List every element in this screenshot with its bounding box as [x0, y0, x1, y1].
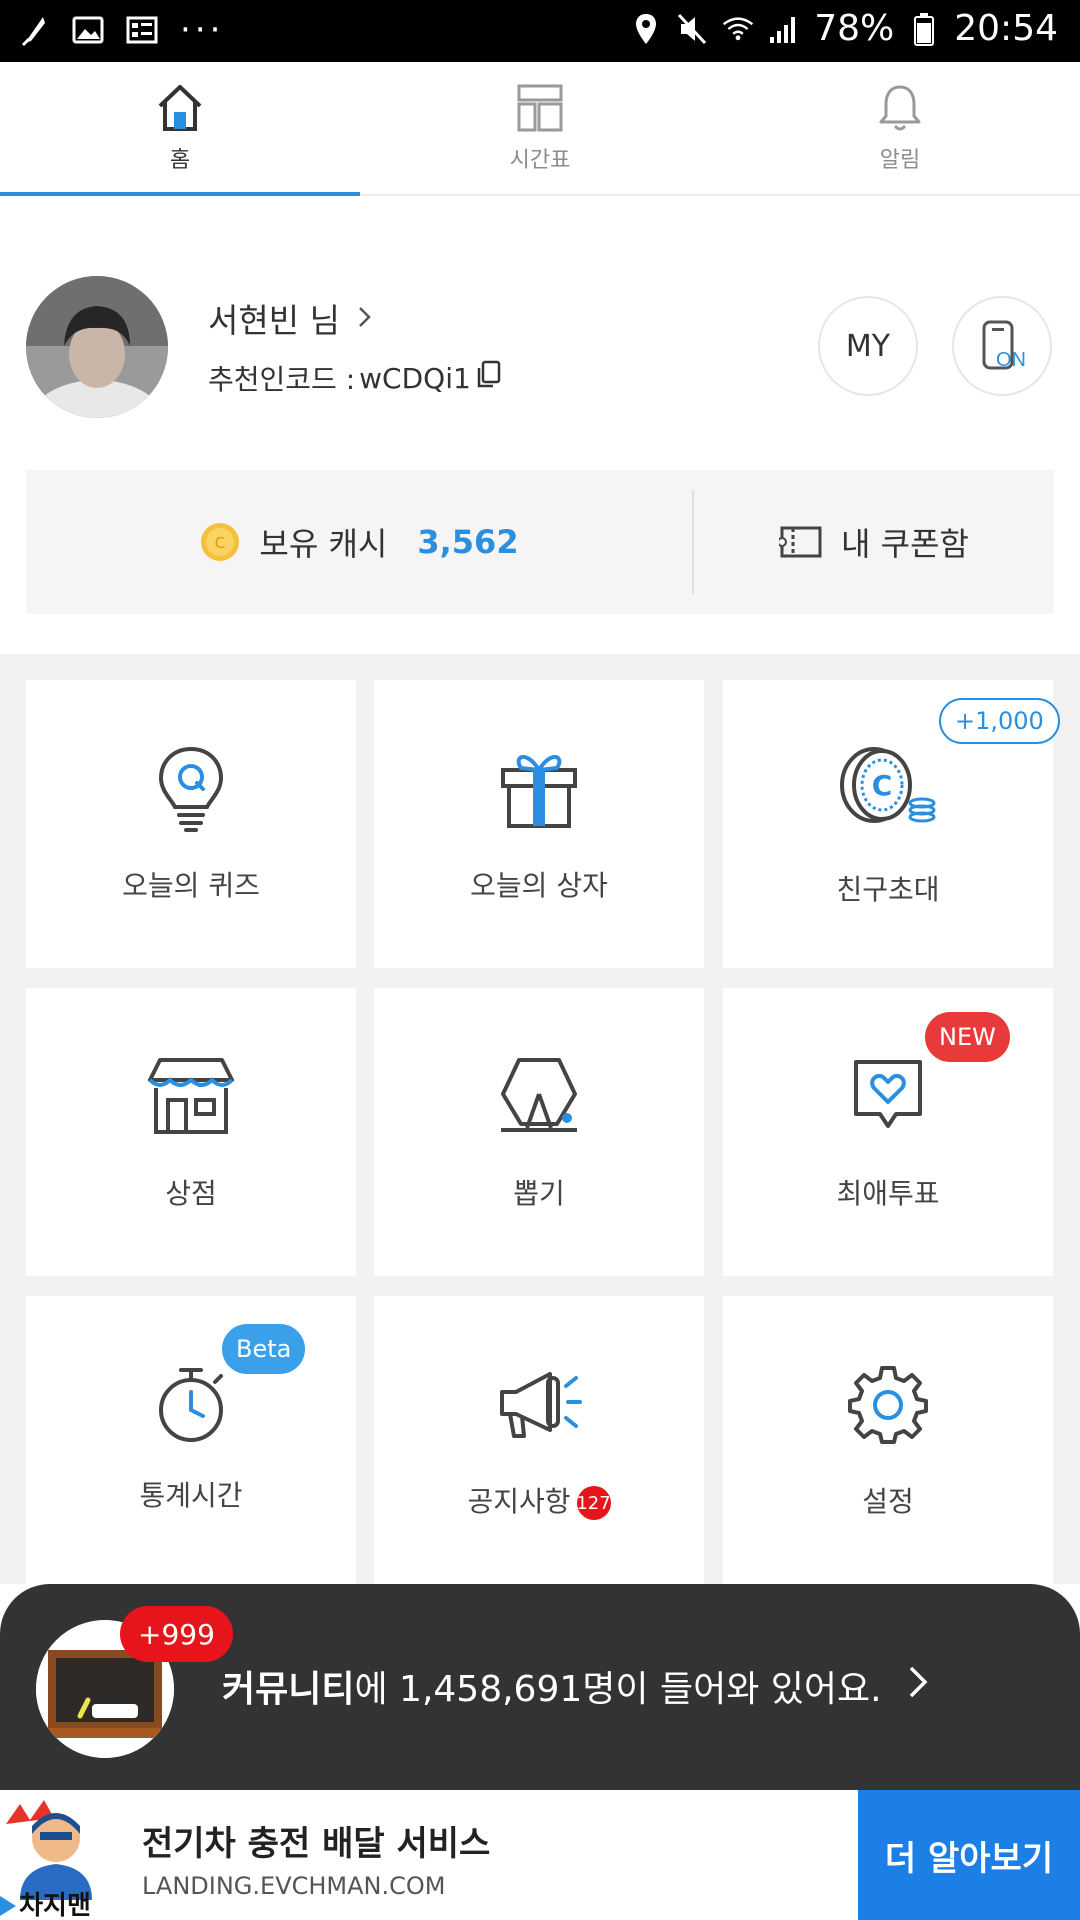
timetable-icon	[517, 84, 563, 132]
tab-home[interactable]: 홈	[0, 62, 360, 194]
list-notification-icon	[126, 12, 158, 48]
coupon-box-button[interactable]: 내 쿠폰함	[694, 470, 1054, 614]
cash-value: 3,562	[417, 523, 519, 561]
tab-timetable-label: 시간표	[509, 148, 571, 173]
ad-learn-more-button[interactable]: 더 알아보기	[858, 1790, 1080, 1920]
coin-icon: C	[838, 738, 938, 838]
profile-name: 서현빈 님	[208, 301, 340, 340]
menu-item-daily-box[interactable]: 오늘의 상자	[374, 680, 704, 968]
coin-letter: C	[215, 534, 225, 552]
phone-on-icon: ON	[982, 320, 1026, 371]
community-message: 커뮤니티 에 1,458,691명이 들어와 있어요.	[222, 1660, 928, 1712]
heart-vote-icon	[838, 1046, 938, 1146]
menu-item-draw[interactable]: 뽑기	[374, 988, 704, 1276]
menu-item-store[interactable]: 상점	[26, 988, 356, 1276]
menu-item-notices[interactable]: 공지사항 127	[374, 1296, 704, 1584]
megaphone-icon	[489, 1354, 589, 1454]
wifi-icon	[722, 11, 754, 47]
draw-icon	[489, 1046, 589, 1146]
chevron-right-icon	[358, 302, 372, 335]
ad-url: LANDING.EVCHMAN.COM	[142, 1872, 446, 1900]
notices-label-row: 공지사항 127	[374, 1480, 704, 1520]
menu-label: 친구초대	[836, 873, 940, 906]
profile-name-link[interactable]: 서현빈 님	[208, 294, 372, 342]
coupon-label: 내 쿠폰함	[841, 525, 969, 563]
my-button-label: MY	[845, 328, 891, 364]
stopwatch-icon	[141, 1354, 241, 1454]
community-title: 커뮤니티	[222, 1669, 355, 1710]
ad-title: 전기차 충전 배달 서비스	[142, 1824, 491, 1864]
notice-count-badge: 127	[576, 1486, 611, 1520]
bell-icon	[879, 85, 921, 131]
tab-notifications-label: 알림	[879, 148, 921, 173]
menu-label: 상점	[165, 1177, 217, 1210]
signal-icon	[768, 11, 800, 47]
chevron-right-icon	[908, 1663, 928, 1709]
gear-icon	[838, 1354, 938, 1454]
reward-badge: +1,000	[939, 698, 1060, 744]
battery-icon	[908, 11, 940, 47]
new-badge: NEW	[925, 1012, 1010, 1062]
battery-percent: 78%	[814, 8, 895, 49]
tab-home-label: 홈	[169, 148, 191, 173]
tab-timetable[interactable]: 시간표	[360, 62, 720, 194]
menu-label: 설정	[862, 1485, 914, 1518]
owned-cash[interactable]: C 보유 캐시 3,562	[26, 470, 692, 614]
menu-label: 통계시간	[139, 1479, 243, 1512]
profile-section: 서현빈 님 추천인코드 : wCDQi1 MY ON C 보유 캐시 3,562	[0, 196, 1080, 654]
ad-banner[interactable]: 차지맨 전기차 충전 배달 서비스 LANDING.EVCHMAN.COM 더 …	[0, 1790, 1080, 1920]
cash-box: C 보유 캐시 3,562 내 쿠폰함	[26, 470, 1054, 614]
copy-icon[interactable]	[475, 360, 501, 397]
referral-code: 추천인코드 : wCDQi1	[208, 358, 501, 398]
menu-item-invite-friends[interactable]: C 친구초대 +1,000	[723, 680, 1060, 968]
avatar[interactable]	[26, 276, 168, 418]
community-badge: +999	[120, 1606, 233, 1662]
mute-icon	[676, 11, 708, 47]
status-bar: ··· 78% 20:54	[0, 0, 1080, 62]
store-icon	[141, 1046, 241, 1146]
ad-logo-text: 차지맨	[19, 1891, 91, 1920]
menu-item-stats-time[interactable]: 통계시간 Beta	[26, 1296, 356, 1584]
menu-label: 오늘의 퀴즈	[122, 869, 260, 902]
top-tab-bar: 홈 시간표 알림	[0, 62, 1080, 196]
tab-notifications[interactable]: 알림	[720, 62, 1080, 194]
menu-label: 공지사항	[467, 1485, 571, 1518]
clock-time: 20:54	[954, 8, 1058, 49]
menu-item-quiz[interactable]: 오늘의 퀴즈	[26, 680, 356, 968]
referral-code-value: wCDQi1	[359, 361, 471, 395]
more-notifications-indicator: ···	[180, 10, 225, 50]
menu-label: 오늘의 상자	[470, 869, 608, 902]
my-button[interactable]: MY	[818, 296, 918, 396]
gold-coin-icon: C	[201, 523, 240, 561]
coin-letter: C	[872, 769, 893, 802]
menu-item-settings[interactable]: 설정	[723, 1296, 1053, 1584]
community-banner[interactable]: +999 커뮤니티 에 1,458,691명이 들어와 있어요.	[0, 1584, 1080, 1790]
phone-on-label: ON	[996, 349, 1026, 371]
chargeman-logo: 차지맨	[0, 1790, 110, 1920]
phone-on-button[interactable]: ON	[952, 296, 1052, 396]
location-icon	[630, 11, 662, 47]
menu-grid: 오늘의 퀴즈 오늘의 상자 C 친구초대 +1,000 상점 뽑기 최애투표 N…	[0, 654, 1080, 1584]
community-count-text: 에 1,458,691명이 들어와 있어요.	[354, 1669, 882, 1710]
gallery-icon	[72, 12, 104, 48]
menu-label: 최애투표	[836, 1177, 940, 1210]
menu-label: 뽑기	[513, 1177, 565, 1210]
coupon-icon	[779, 526, 822, 558]
gift-box-icon	[489, 738, 589, 838]
home-icon	[158, 85, 202, 131]
referral-label: 추천인코드 :	[208, 363, 356, 396]
menu-item-favorite-vote[interactable]: 최애투표 NEW	[723, 988, 1053, 1276]
feather-app-icon	[18, 12, 50, 48]
quiz-bulb-icon	[141, 738, 241, 838]
cash-label: 보유 캐시	[259, 525, 388, 563]
beta-badge: Beta	[222, 1324, 306, 1374]
